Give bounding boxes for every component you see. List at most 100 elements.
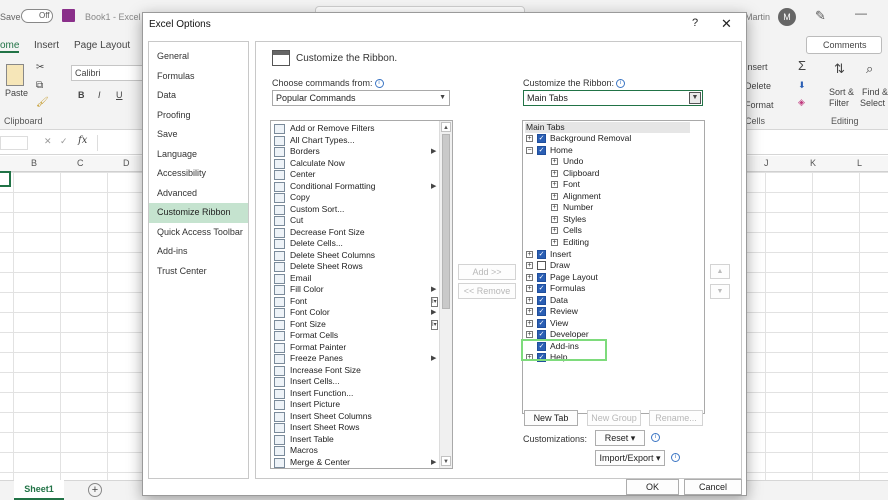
tree-item-alignment[interactable]: + Alignment <box>525 191 690 203</box>
tree-item-home[interactable]: − ✓ Home <box>525 145 690 157</box>
nav-item-formulas[interactable]: Formulas <box>149 67 248 87</box>
delete-cells-button[interactable]: Delete <box>745 81 771 91</box>
tree-item-undo[interactable]: + Undo <box>525 156 690 168</box>
nav-item-general[interactable]: General <box>149 47 248 67</box>
tab-checkbox[interactable]: ✓ <box>537 134 546 143</box>
column-header[interactable]: J <box>764 158 769 168</box>
tab-checkbox[interactable] <box>537 261 546 271</box>
command-item[interactable]: Email <box>273 273 433 285</box>
tab-checkbox[interactable]: ✓ <box>537 295 546 305</box>
tree-item-styles[interactable]: + Styles <box>525 214 690 226</box>
commands-list[interactable]: Add or Remove Filters All Chart Types... B… <box>270 120 453 469</box>
command-item[interactable]: Conditional Formatting ▶ <box>273 181 436 193</box>
autosave-toggle[interactable]: Off <box>21 9 53 23</box>
autosum-icon[interactable]: Σ <box>798 58 806 73</box>
tree-item-draw[interactable]: + Draw <box>525 260 690 272</box>
customize-ribbon-dropdown[interactable]: Main Tabs ▼ <box>523 90 703 106</box>
tab-checkbox[interactable]: ✓ <box>537 318 546 328</box>
tree-item-cells[interactable]: + Cells <box>525 225 690 237</box>
new-group-button[interactable]: New Group <box>587 410 641 426</box>
column-header[interactable]: L <box>857 158 862 168</box>
tab-checkbox[interactable]: ✓ <box>537 249 546 259</box>
command-item[interactable]: Fill Color ▶ <box>273 284 436 296</box>
underline-button[interactable]: U <box>116 90 123 100</box>
scroll-thumb[interactable] <box>442 134 450 309</box>
tree-item-editing[interactable]: + Editing <box>525 237 690 249</box>
tree-item-data[interactable]: + ✓ Data <box>525 295 690 307</box>
nav-item-data[interactable]: Data <box>149 86 248 106</box>
sort-filter-icon[interactable]: ⇅ <box>834 61 845 77</box>
new-tab-button[interactable]: New Tab <box>524 410 578 426</box>
expand-icon[interactable]: + <box>526 331 533 339</box>
tree-item-font[interactable]: + Font <box>525 179 690 191</box>
function-icon[interactable]: fx <box>78 135 87 146</box>
column-header[interactable]: B <box>31 158 37 168</box>
command-item[interactable]: Delete Sheet Columns <box>273 250 433 262</box>
expand-icon[interactable]: + <box>526 273 533 281</box>
commands-scrollbar[interactable]: ▲ ▼ <box>439 121 452 468</box>
find-select-icon[interactable]: ⌕ <box>866 61 873 77</box>
expand-icon[interactable]: + <box>551 158 558 166</box>
ok-button[interactable]: OK <box>626 479 679 495</box>
cancel-formula-icon[interactable]: ✕ <box>44 136 52 147</box>
expand-icon[interactable]: + <box>551 181 558 189</box>
tree-item-clipboard[interactable]: + Clipboard <box>525 168 690 180</box>
save-icon[interactable] <box>62 9 75 22</box>
column-header[interactable]: K <box>810 158 816 168</box>
find-select-label-2[interactable]: Select <box>860 98 885 108</box>
find-select-label-1[interactable]: Find & <box>862 87 888 97</box>
expand-icon[interactable]: + <box>526 296 533 304</box>
name-box[interactable] <box>0 136 28 150</box>
command-item[interactable]: Font Size I▾ <box>273 319 438 331</box>
tab-home[interactable]: ome <box>0 40 20 53</box>
command-item[interactable]: Borders ▶ <box>273 146 436 158</box>
scroll-down-icon[interactable]: ▼ <box>441 456 451 466</box>
command-item[interactable]: Insert Cells... <box>273 376 433 388</box>
expand-icon[interactable]: + <box>526 262 533 270</box>
import-export-button[interactable]: Import/Export ▾ <box>595 450 665 466</box>
tab-checkbox[interactable]: ✓ <box>537 307 546 317</box>
format-painter-icon[interactable]: 🖌 <box>36 97 49 108</box>
command-item[interactable]: Merge & Center ▶ <box>273 457 436 469</box>
expand-icon[interactable]: + <box>526 250 533 258</box>
scroll-up-icon[interactable]: ▲ <box>441 122 451 132</box>
info-icon[interactable]: i <box>651 433 660 442</box>
command-item[interactable]: Add or Remove Filters <box>273 123 433 135</box>
ribbon-tabs-tree[interactable]: Main Tabs + ✓ Background Removal − ✓ Home + Und… <box>522 120 705 414</box>
active-cell[interactable] <box>0 171 11 187</box>
info-icon[interactable]: i <box>671 453 680 462</box>
nav-item-language[interactable]: Language <box>149 145 248 165</box>
tree-item-page-layout[interactable]: + ✓ Page Layout <box>525 272 690 284</box>
tree-scrollbar[interactable] <box>692 121 704 413</box>
paste-label[interactable]: Paste <box>5 88 28 98</box>
close-button[interactable]: ✕ <box>721 16 732 32</box>
command-item[interactable]: Freeze Panes ▶ <box>273 353 436 365</box>
tree-item-formulas[interactable]: + ✓ Formulas <box>525 283 690 295</box>
help-button[interactable]: ? <box>692 17 698 29</box>
expand-icon[interactable]: + <box>551 192 558 200</box>
tree-item-number[interactable]: + Number <box>525 202 690 214</box>
nav-item-save[interactable]: Save <box>149 125 248 145</box>
command-item[interactable]: Delete Cells... <box>273 238 433 250</box>
paste-icon[interactable] <box>6 64 24 86</box>
command-item[interactable]: Calculate Now <box>273 158 433 170</box>
command-item[interactable]: Custom Sort... <box>273 204 433 216</box>
command-item[interactable]: Insert Table <box>273 434 433 446</box>
nav-item-customize-ribbon[interactable]: Customize Ribbon <box>149 203 248 223</box>
move-down-button[interactable]: ▼ <box>710 284 730 299</box>
tree-item-insert[interactable]: + ✓ Insert <box>525 249 690 261</box>
command-item[interactable]: Font Color ▶ <box>273 307 436 319</box>
bold-button[interactable]: B <box>78 90 85 100</box>
nav-item-add-ins[interactable]: Add-ins <box>149 242 248 262</box>
expand-icon[interactable]: + <box>551 238 558 246</box>
command-item[interactable]: Insert Sheet Rows <box>273 422 433 434</box>
sort-filter-label-2[interactable]: Filter <box>829 98 849 108</box>
cancel-button[interactable]: Cancel <box>684 479 742 495</box>
choose-commands-dropdown[interactable]: Popular Commands ▼ <box>272 90 450 106</box>
expand-icon[interactable]: + <box>551 227 558 235</box>
column-header[interactable]: D <box>123 158 130 168</box>
tab-page-layout[interactable]: Page Layout <box>74 40 130 51</box>
copy-icon[interactable]: ⧉ <box>36 80 43 91</box>
command-item[interactable]: Delete Sheet Rows <box>273 261 433 273</box>
sheet-tab[interactable]: Sheet1 <box>14 480 64 500</box>
